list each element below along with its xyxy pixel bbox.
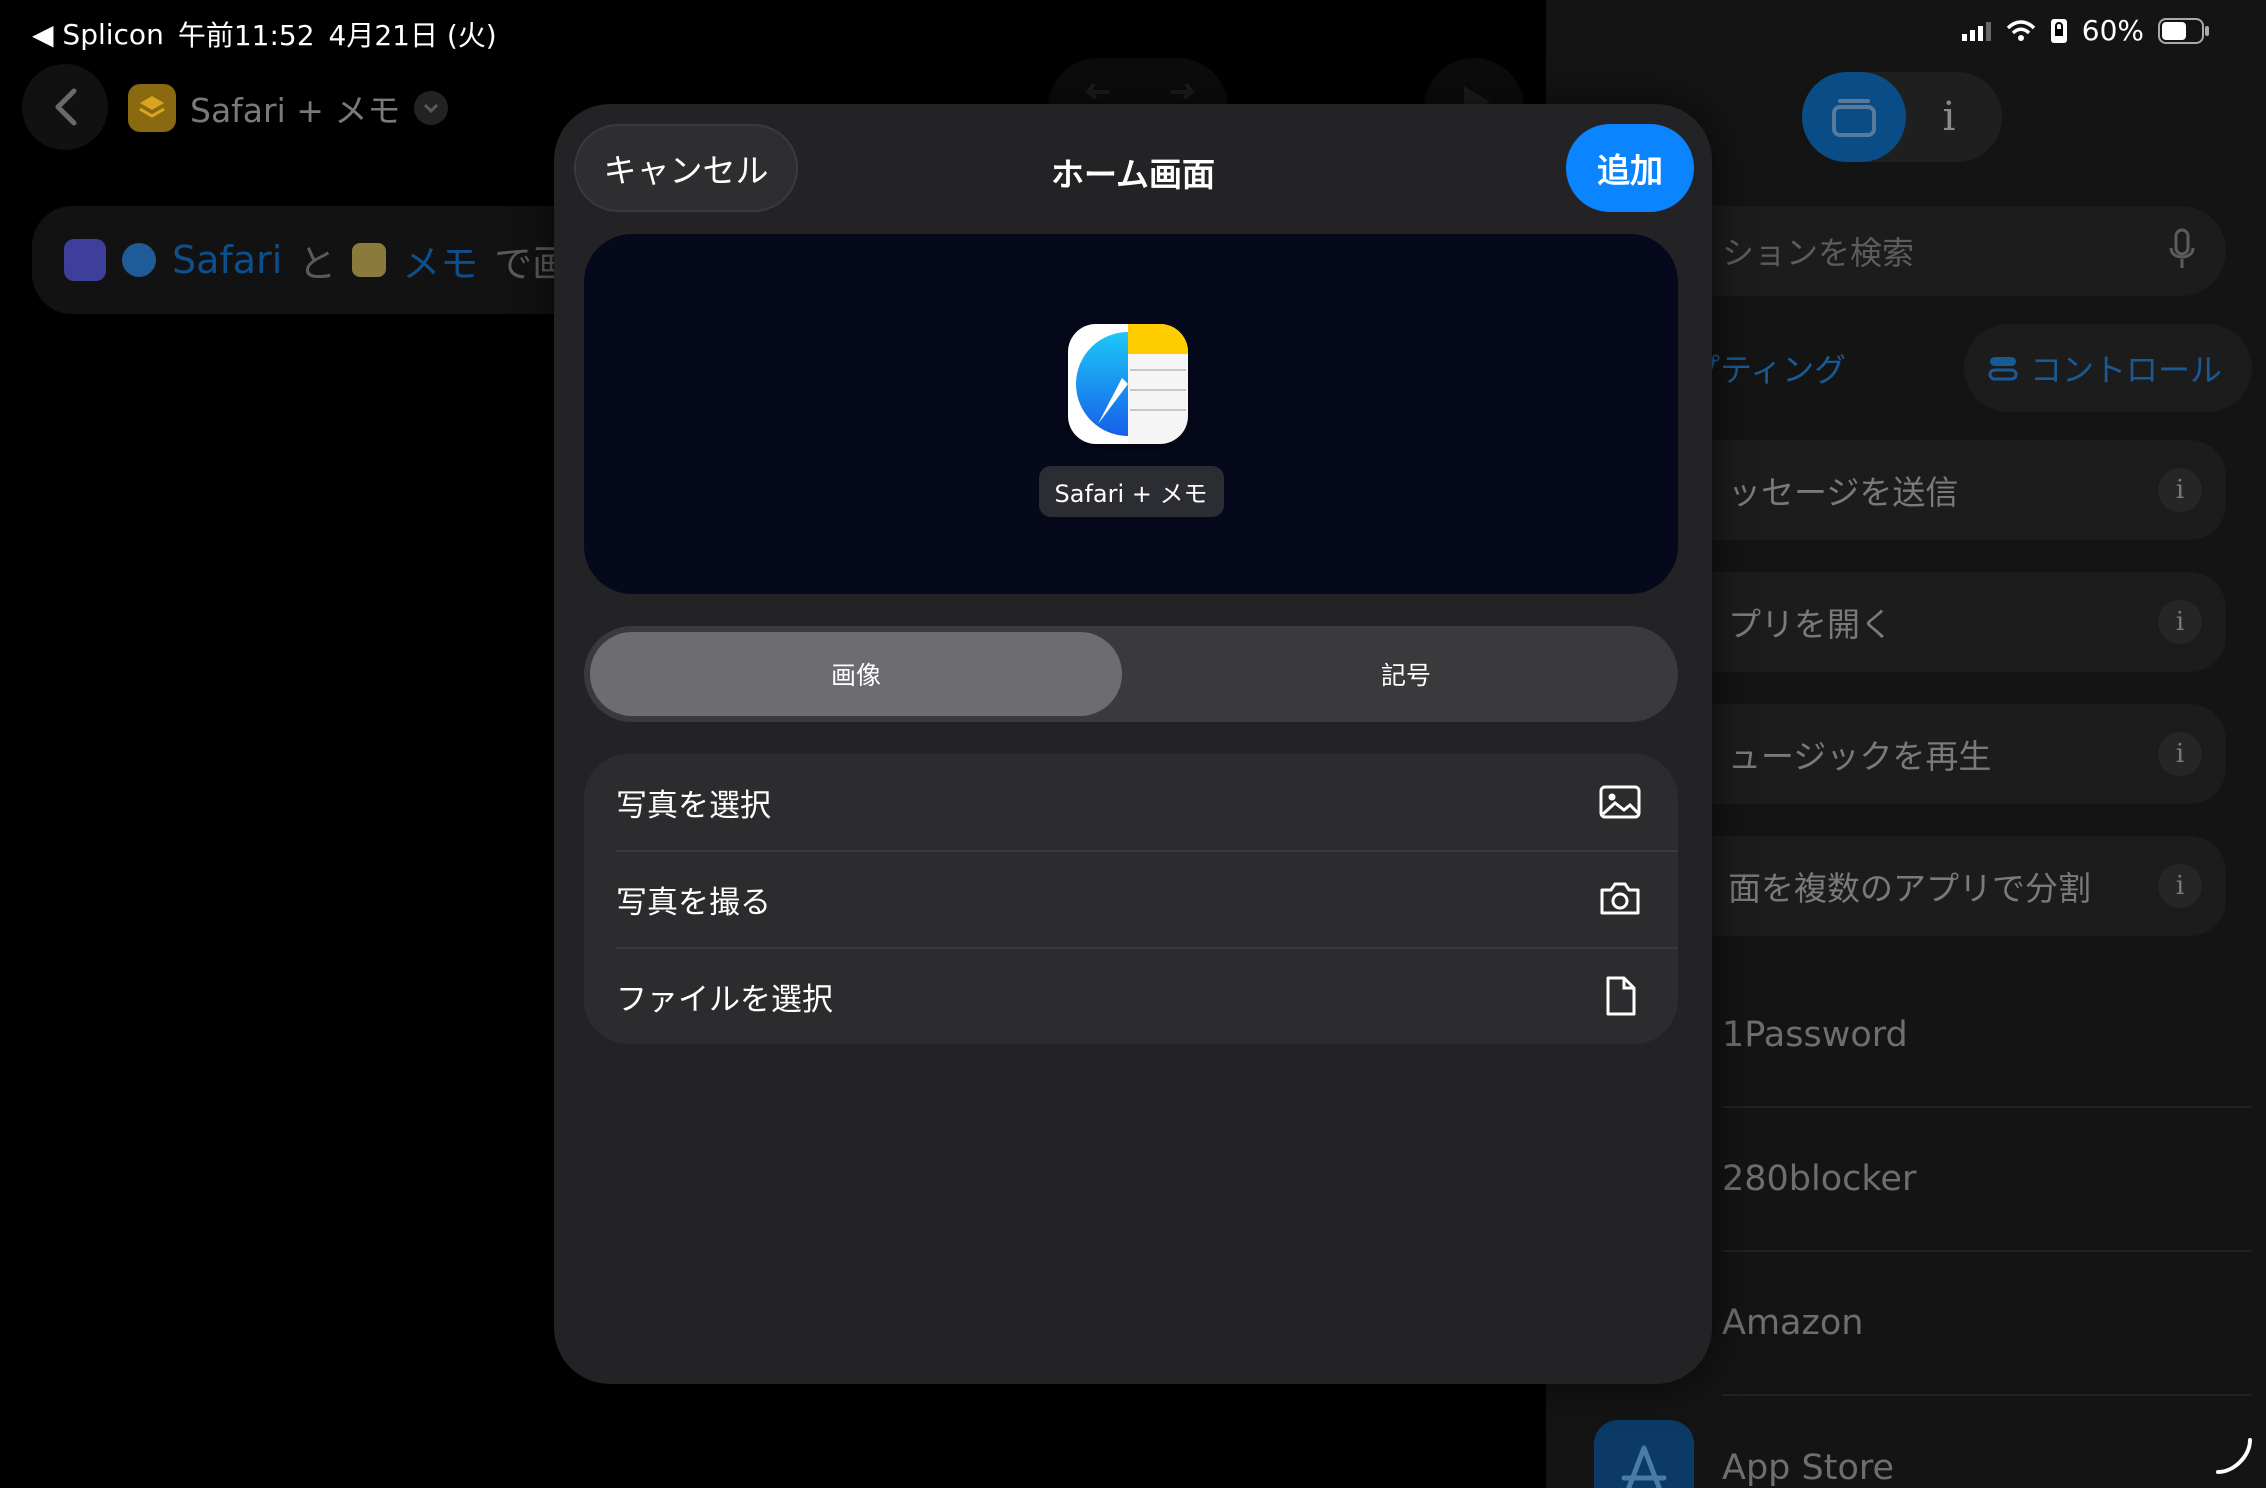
- search-placeholder: ションを検索: [1722, 234, 1915, 272]
- info-icon[interactable]: i: [2158, 864, 2202, 908]
- choose-file-item[interactable]: ファイルを選択: [584, 948, 1678, 1044]
- controls-icon: [1988, 357, 2018, 381]
- segment-image[interactable]: 画像: [590, 632, 1122, 716]
- notes-mini-icon: [352, 243, 387, 277]
- icon-source-segmented-control: 画像 記号: [584, 626, 1678, 722]
- wifi-icon: [2006, 19, 2036, 41]
- shortcut-title[interactable]: Safari + メモ: [128, 84, 449, 132]
- info-icon[interactable]: i: [2158, 732, 2202, 776]
- back-button[interactable]: [22, 64, 108, 150]
- action-app1[interactable]: Safari: [172, 238, 282, 282]
- home-screen-sheet: キャンセル ホーム画面 追加 Safari + メモ 画像 記号 写真を選択 写…: [554, 104, 1712, 1384]
- library-tab[interactable]: [1802, 72, 1906, 162]
- battery-icon: [2158, 17, 2209, 44]
- shortcut-preview-icon[interactable]: [1068, 324, 1188, 444]
- preview-label-wrapper: Safari + メモ: [584, 466, 1678, 517]
- preview-label: Safari + メモ: [1038, 466, 1224, 517]
- app-row-amazon[interactable]: Amazon: [1722, 1252, 2252, 1396]
- info-icon[interactable]: i: [2158, 468, 2202, 512]
- file-icon: [1606, 976, 1636, 1016]
- action-connector: と: [298, 241, 337, 286]
- battery-percent: 60%: [2081, 14, 2144, 47]
- app-name: 280blocker: [1722, 1159, 1917, 1199]
- take-photo-item[interactable]: 写真を撮る: [584, 851, 1678, 947]
- cellular-signal-icon: [1961, 21, 1991, 41]
- details-tab[interactable]: i: [1914, 72, 1984, 162]
- split-view-icon: [64, 239, 106, 281]
- home-screen-preview: Safari + メモ: [584, 234, 1678, 594]
- app-row-app-store[interactable]: App Store: [1722, 1396, 2252, 1488]
- chip-controls-label: コントロール: [2030, 351, 2223, 389]
- photo-icon: [1599, 785, 1641, 819]
- status-time: 午前11:52: [177, 19, 315, 52]
- status-date: 4月21日 (火): [328, 19, 497, 52]
- app-row-280blocker[interactable]: 280blocker: [1722, 1108, 2252, 1252]
- camera-icon: [1600, 882, 1640, 915]
- microphone-icon[interactable]: [2168, 228, 2196, 272]
- shortcut-layers-icon: [128, 84, 176, 132]
- library-toggle: i: [1802, 72, 2002, 162]
- library-stack-icon: [1832, 99, 1876, 137]
- action-search-field[interactable]: ションを検索: [1626, 206, 2226, 296]
- menu-item-label: ファイルを選択: [616, 981, 833, 1018]
- app-name: 1Password: [1722, 1015, 1908, 1055]
- chevron-left-icon: [55, 88, 77, 126]
- add-button[interactable]: 追加: [1566, 124, 1694, 212]
- status-bar-right: 60%: [1961, 14, 2210, 47]
- sheet-title: ホーム画面: [1050, 155, 1215, 194]
- safari-mini-icon: [122, 243, 156, 277]
- app-name: Amazon: [1722, 1303, 1864, 1343]
- resize-handle-icon[interactable]: [2214, 1436, 2254, 1476]
- chevron-down-icon[interactable]: [414, 91, 449, 125]
- shortcut-name: Safari + メモ: [190, 91, 401, 130]
- info-icon: i: [1942, 94, 1956, 140]
- safari-notes-combined-icon: [1068, 324, 1188, 444]
- menu-item-label: 写真を選択: [616, 787, 771, 824]
- segment-glyph[interactable]: 記号: [1140, 632, 1672, 716]
- action-split-screen[interactable]: 面を複数のアプリで分割 i: [1626, 836, 2226, 936]
- app-store-icon: [1594, 1420, 1694, 1488]
- choose-photo-item[interactable]: 写真を選択: [584, 754, 1678, 850]
- status-bar-left: ◀ Splicon 午前11:52 4月21日 (火): [32, 14, 497, 54]
- app-row-1password[interactable]: 1Password: [1722, 964, 2252, 1108]
- action-open-app[interactable]: プリを開く i: [1626, 572, 2226, 672]
- portrait-lock-icon: [2050, 18, 2067, 43]
- back-to-app-link[interactable]: ◀ Splicon: [32, 18, 164, 51]
- action-block[interactable]: Safari と メモ で画: [32, 206, 592, 314]
- image-source-menu: 写真を選択 写真を撮る ファイルを選択: [584, 754, 1678, 1044]
- action-play-music[interactable]: ュージックを再生 i: [1626, 704, 2226, 804]
- action-app2[interactable]: メモ: [402, 233, 478, 288]
- app-name: App Store: [1722, 1448, 1895, 1488]
- action-send-message[interactable]: ッセージを送信 i: [1626, 440, 2226, 540]
- menu-item-label: 写真を撮る: [616, 884, 771, 921]
- chip-controls[interactable]: コントロール: [1964, 324, 2252, 412]
- info-icon[interactable]: i: [2158, 600, 2202, 644]
